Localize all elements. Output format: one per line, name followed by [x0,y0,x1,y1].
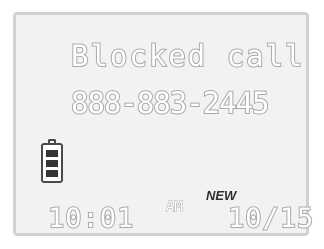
time-text: 10:01 [47,202,135,235]
battery-bar [46,160,58,167]
battery-bar [46,170,58,177]
date-text: 10/15 [227,202,315,235]
call-status-text: Blocked call [70,38,305,74]
new-badge: NEW [206,188,237,203]
battery-icon [41,139,63,183]
am-pm-indicator: AM [166,199,184,216]
phone-number-text: 888-883-2445 [70,85,271,121]
lcd-screen: Blocked call 888-883-2445 NEW 10:01 AM 1… [13,12,314,236]
battery-bar [46,150,58,157]
